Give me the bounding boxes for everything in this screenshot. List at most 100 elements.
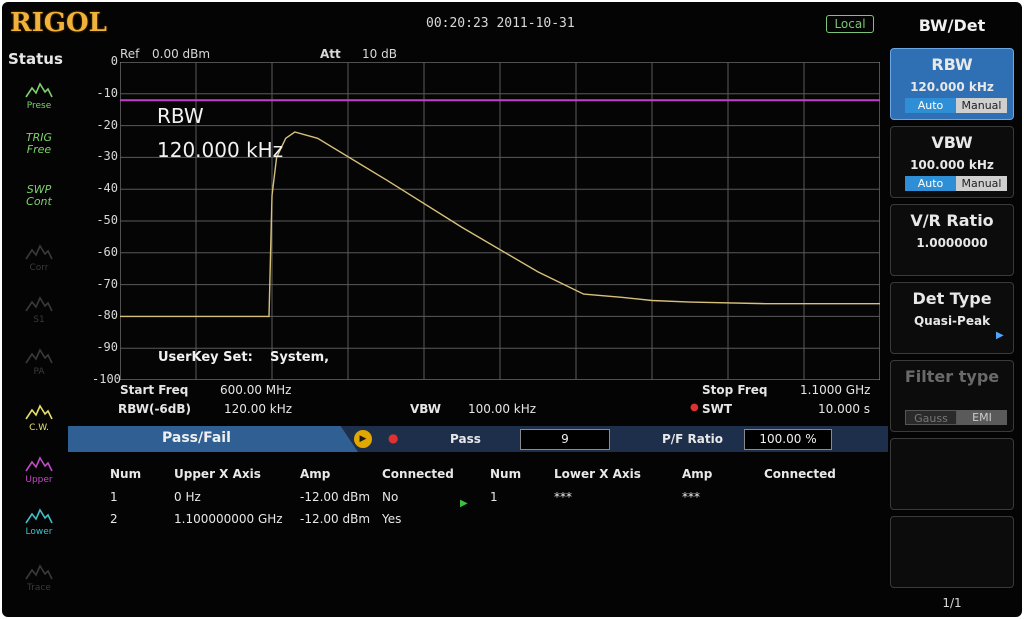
- swt-indicator-icon: ●: [690, 402, 699, 413]
- rbw-footer-label: RBW(-6dB): [118, 402, 192, 416]
- status-item-5: PA: [14, 346, 64, 392]
- upper-table-header: Amp: [300, 467, 331, 481]
- rbw-footer-value: 120.00 kHz: [224, 402, 293, 416]
- softkey-value: 1.0000000: [916, 236, 988, 250]
- status-item-label: SWP Cont: [26, 183, 52, 208]
- run-test-icon[interactable]: ▶: [354, 430, 372, 448]
- start-freq-label: Start Freq: [120, 383, 189, 397]
- pass-fail-title: Pass/Fail: [162, 430, 231, 446]
- vbw-footer-value: 100.00 kHz: [468, 402, 537, 416]
- lower-table-header: Connected: [764, 467, 836, 481]
- upper-wave-icon: [25, 456, 53, 472]
- start-freq-value: 600.00 MHz: [220, 383, 292, 397]
- status-item-9: Trace: [14, 562, 64, 608]
- toggle-option[interactable]: EMI: [957, 410, 1007, 425]
- upper-table-cell: 2: [110, 512, 118, 526]
- sweep-mode-icon: [25, 296, 53, 312]
- status-item-label: PA: [33, 367, 45, 377]
- upper-table-cell: 1: [110, 490, 118, 504]
- status-item-label: Lower: [25, 527, 53, 537]
- lower-table-header: Lower X Axis: [554, 467, 641, 481]
- correction-icon: [25, 244, 53, 260]
- lower-table-cell: 1: [490, 490, 498, 504]
- softkey-rbw[interactable]: RBW 120.000 kHz Auto Manual: [890, 48, 1014, 120]
- pf-ratio-label: P/F Ratio: [662, 432, 723, 446]
- mountain-icon: [25, 82, 53, 98]
- swt-value: 10.000 s: [818, 402, 871, 416]
- status-item-label: C.W.: [29, 423, 49, 433]
- status-item-4: S1: [14, 294, 64, 340]
- auto-manual-toggle[interactable]: Auto Manual: [905, 176, 1007, 191]
- test-status-icon: ●: [388, 431, 399, 445]
- softkey-label: RBW: [931, 55, 973, 74]
- softkey-label: VBW: [931, 133, 973, 152]
- local-badge[interactable]: Local: [826, 15, 874, 33]
- softkey-vbw[interactable]: VBW 100.000 kHz Auto Manual: [890, 126, 1014, 198]
- status-item-0: Prese: [14, 80, 64, 126]
- rbw-annotation-label: RBW: [157, 104, 204, 128]
- connect-indicator-icon: ▶: [460, 498, 468, 509]
- y-tick-label: -40: [96, 181, 118, 196]
- ref-level-label: Ref: [120, 47, 140, 61]
- softkey-label: Det Type: [912, 289, 992, 308]
- status-title: Status: [8, 50, 63, 68]
- attenuation-value: 10 dB: [362, 47, 397, 61]
- softkey-label: Filter type: [904, 367, 1000, 386]
- softkey-value: Quasi-Peak: [913, 314, 991, 328]
- status-item-3: Corr: [14, 242, 64, 288]
- userkey-value: System,: [270, 350, 330, 365]
- trace-wave-icon: [25, 564, 53, 580]
- spectrum-plot[interactable]: [120, 62, 880, 380]
- upper-table-cell: 0 Hz: [174, 490, 201, 504]
- y-tick-label: -20: [96, 117, 118, 132]
- toggle-option[interactable]: Auto: [905, 98, 956, 113]
- y-tick-label: -50: [96, 213, 118, 227]
- softkey-filter-type[interactable]: Filter type Gauss EMI: [890, 360, 1014, 432]
- lower-table-cell: ***: [554, 490, 572, 504]
- status-item-label: Prese: [26, 101, 52, 111]
- y-tick-label: -90: [96, 340, 118, 355]
- upper-table-cell: Yes: [382, 512, 402, 526]
- status-item-2: SWP Cont: [14, 184, 64, 230]
- upper-table-header: Upper X Axis: [174, 467, 261, 481]
- pass-count-field: 9: [520, 429, 610, 450]
- upper-table-header: Connected: [382, 467, 454, 481]
- toggle-option[interactable]: Manual: [956, 98, 1007, 113]
- y-tick-label: -10: [96, 85, 118, 100]
- lower-table-header: Amp: [682, 467, 713, 481]
- upper-table-cell: 1.100000000 GHz: [174, 512, 283, 526]
- softkey-v-r-ratio[interactable]: V/R Ratio 1.0000000: [890, 204, 1014, 276]
- rbw-annotation-value: 120.000 kHz: [157, 138, 284, 162]
- softkey-det-type[interactable]: Det Type Quasi-Peak: [890, 282, 1014, 354]
- auto-manual-toggle[interactable]: Gauss EMI: [905, 410, 1007, 425]
- analyzer-screen: RIGOL 00:20:23 2011-10-31 Local Status P…: [2, 2, 1022, 617]
- submenu-arrow-icon: ▶: [996, 330, 1004, 341]
- attenuation-label: Att: [320, 47, 341, 61]
- swt-label: SWT: [702, 402, 733, 416]
- lower-wave-icon: [25, 508, 53, 524]
- auto-manual-toggle[interactable]: Auto Manual: [905, 98, 1007, 113]
- toggle-option[interactable]: Gauss: [905, 410, 957, 425]
- y-tick-label: -80: [96, 308, 118, 323]
- lower-table-header: Num: [490, 467, 522, 481]
- preamp-icon: [25, 348, 53, 364]
- softkey-value: 120.000 kHz: [910, 80, 994, 94]
- softkey-value: 100.000 kHz: [910, 158, 994, 172]
- toggle-option[interactable]: Manual: [956, 176, 1007, 191]
- userkey-label: UserKey Set:: [158, 350, 253, 365]
- pass-label: Pass: [450, 432, 481, 446]
- status-item-label: Trace: [27, 583, 51, 593]
- menu-title: BW/Det: [918, 16, 986, 35]
- softkey-empty-2[interactable]: [890, 516, 1014, 588]
- softkey-empty-1[interactable]: [890, 438, 1014, 510]
- softkey-label: V/R Ratio: [910, 211, 994, 230]
- status-item-label: TRIG Free: [25, 131, 53, 156]
- stop-freq-label: Stop Freq: [702, 383, 768, 397]
- y-tick-label: -30: [96, 149, 118, 164]
- toggle-option[interactable]: Auto: [905, 176, 956, 191]
- status-item-6: C.W.: [14, 402, 64, 448]
- brand-logo: RIGOL: [10, 8, 107, 38]
- vbw-footer-label: VBW: [410, 402, 442, 416]
- upper-table-header: Num: [110, 467, 142, 481]
- y-tick-label: 0: [110, 54, 118, 68]
